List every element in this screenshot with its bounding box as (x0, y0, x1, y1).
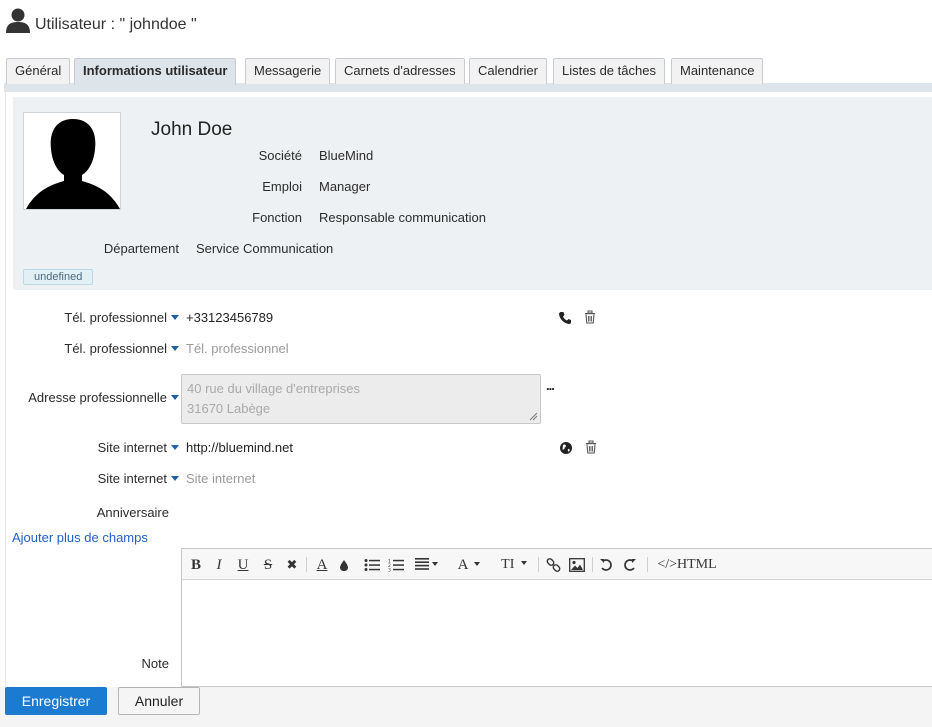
toolbar-separator (647, 557, 648, 572)
contact-card: John Doe Société BlueMind Emploi Manager… (13, 97, 932, 290)
tab-maintenance[interactable]: Maintenance (671, 58, 764, 84)
tab-task-lists[interactable]: Listes de tâches (553, 58, 665, 84)
align-dropdown[interactable] (412, 556, 440, 574)
redo-icon[interactable] (623, 558, 637, 572)
chevron-down-icon (171, 346, 179, 351)
chevron-down-icon (171, 315, 179, 320)
trash-icon[interactable] (583, 310, 597, 324)
phone-input-2[interactable]: Tél. professionnel (186, 341, 289, 356)
website-input-2[interactable]: Site internet (186, 471, 255, 486)
role-value: Responsable communication (319, 210, 486, 225)
birthday-label: Anniversaire (96, 505, 169, 520)
bullet-list-icon[interactable] (364, 558, 380, 572)
phone-type-select-2[interactable]: Tél. professionnel (16, 341, 179, 356)
chevron-down-icon (431, 562, 438, 566)
toolbar-separator (538, 557, 539, 572)
contact-fullname: John Doe (151, 119, 233, 140)
chevron-down-icon (171, 476, 179, 481)
font-size-label: TI (501, 557, 515, 572)
link-icon[interactable] (546, 558, 561, 572)
chevron-down-icon (171, 445, 179, 450)
phone-type-label-2: Tél. professionnel (64, 341, 167, 356)
highlight-icon[interactable] (338, 559, 350, 572)
tab-general[interactable]: Général (6, 58, 71, 84)
note-label: Note (141, 656, 169, 671)
address-textarea[interactable]: 40 rue du village d'entreprises 31670 La… (181, 374, 541, 424)
phone-type-select[interactable]: Tél. professionnel (16, 310, 179, 325)
phone-type-label: Tél. professionnel (64, 310, 167, 325)
address-type-label: Adresse professionnelle (28, 390, 167, 405)
chevron-down-icon (474, 562, 481, 566)
save-button[interactable]: Enregistrer (5, 687, 107, 715)
website-type-select[interactable]: Site internet (16, 440, 179, 455)
website-type-label-2: Site internet (97, 471, 167, 486)
add-more-fields-link[interactable]: Ajouter plus de champs (12, 530, 148, 545)
user-info-panel: John Doe Société BlueMind Emploi Manager… (5, 92, 932, 687)
tab-calendar[interactable]: Calendrier (469, 58, 547, 84)
toolbar-separator (592, 557, 593, 572)
note-editor[interactable]: B I U S ✖ A 1 2 3 A TI </>HTML (181, 548, 932, 687)
address-more-button[interactable]: ... (546, 378, 555, 393)
font-color-button[interactable]: A (315, 556, 329, 574)
tab-address-books[interactable]: Carnets d'adresses (335, 58, 465, 84)
department-value: Service Communication (196, 241, 334, 256)
website-input[interactable]: http://bluemind.net (186, 440, 293, 455)
svg-text:3: 3 (388, 568, 391, 573)
user-icon (6, 8, 30, 33)
bold-button[interactable]: B (189, 556, 203, 574)
website-type-label: Site internet (97, 440, 167, 455)
strikethrough-button[interactable]: S (261, 556, 275, 574)
editor-toolbar: B I U S ✖ A 1 2 3 A TI </>HTML (182, 549, 932, 580)
tab-bar: Général Informations utilisateur Message… (0, 58, 932, 92)
chevron-down-icon (520, 561, 527, 565)
job-value: Manager (319, 179, 371, 194)
resize-handle-icon[interactable] (529, 412, 538, 421)
italic-button[interactable]: I (212, 556, 226, 574)
department-label: Département (103, 241, 179, 256)
undo-icon[interactable] (599, 558, 613, 572)
website-type-select-2[interactable]: Site internet (16, 471, 179, 486)
numbered-list-icon[interactable]: 1 2 3 (388, 558, 404, 572)
form-footer: Enregistrer Annuler (0, 687, 932, 727)
font-family-label: A (457, 557, 468, 573)
align-icon (414, 558, 429, 570)
phone-icon[interactable] (558, 311, 572, 325)
avatar[interactable] (23, 112, 121, 210)
globe-icon[interactable] (559, 441, 573, 455)
role-label: Fonction (252, 210, 302, 225)
toolbar-separator (306, 557, 307, 572)
address-type-select[interactable]: Adresse professionnelle (16, 390, 179, 405)
company-value: BlueMind (319, 148, 374, 163)
page-header: Utilisateur : " johndoe " (0, 0, 932, 52)
tab-user-info[interactable]: Informations utilisateur (74, 58, 237, 85)
cancel-button[interactable]: Annuler (118, 687, 200, 715)
company-label: Société (258, 148, 302, 163)
job-label: Emploi (262, 179, 302, 194)
address-line-2: 31670 Labège (187, 401, 271, 416)
page-title: Utilisateur : " johndoe " (35, 16, 197, 33)
status-badge: undefined (23, 269, 94, 285)
font-family-dropdown[interactable]: A (452, 556, 486, 574)
font-size-dropdown[interactable]: TI (496, 556, 532, 574)
underline-button[interactable]: U (236, 556, 250, 574)
chevron-down-icon (171, 395, 179, 400)
html-mode-button[interactable]: </>HTML (656, 556, 718, 574)
phone-input[interactable]: +33123456789 (186, 310, 273, 325)
trash-icon[interactable] (584, 440, 598, 454)
image-icon[interactable] (569, 558, 585, 572)
silhouette-icon (26, 119, 120, 209)
address-line-1: 40 rue du village d'entreprises (187, 381, 361, 396)
tab-mail[interactable]: Messagerie (245, 58, 331, 84)
clear-format-button[interactable]: ✖ (285, 556, 299, 574)
